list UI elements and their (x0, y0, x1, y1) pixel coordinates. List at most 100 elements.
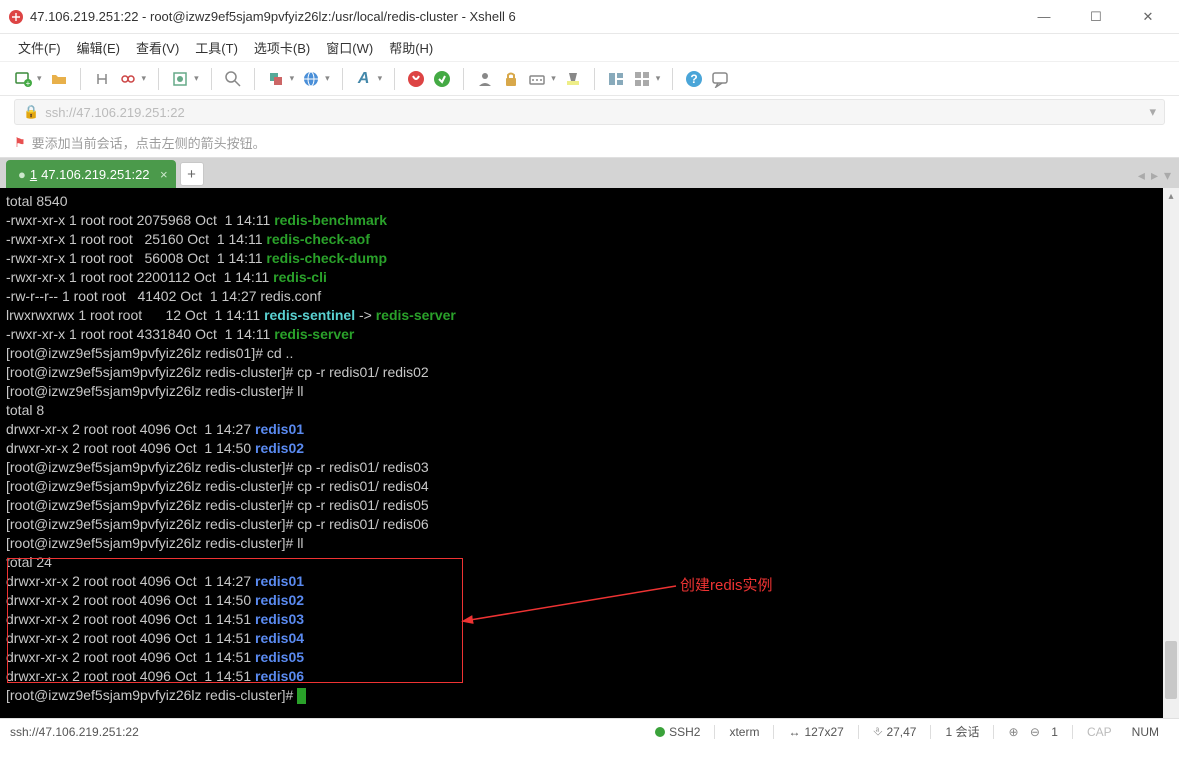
svg-text:+: + (26, 79, 31, 88)
properties-icon[interactable] (171, 70, 189, 88)
terminal-line: -rwxr-xr-x 1 root root 4331840 Oct 1 14:… (6, 325, 1173, 344)
scrollbar[interactable]: ▴ (1163, 188, 1179, 718)
close-tab-icon[interactable]: × (160, 167, 168, 182)
window-title: 47.106.219.251:22 - root@izwz9ef5sjam9pv… (30, 9, 1021, 24)
disconnect-icon[interactable] (119, 70, 137, 88)
lock-icon[interactable] (502, 70, 520, 88)
menu-tabs[interactable]: 选项卡(B) (254, 38, 310, 57)
separator (394, 68, 395, 90)
status-size: ↔127x27 (788, 725, 843, 739)
separator (993, 725, 994, 739)
terminal-line: drwxr-xr-x 2 root root 4096 Oct 1 14:27 … (6, 572, 1173, 591)
menu-file[interactable]: 文件(F) (18, 38, 61, 57)
separator (211, 68, 212, 90)
terminal-line: total 8 (6, 401, 1173, 420)
open-folder-icon[interactable] (50, 70, 68, 88)
terminal-line: drwxr-xr-x 2 root root 4096 Oct 1 14:50 … (6, 591, 1173, 610)
dropdown-icon[interactable]: ▾ (656, 73, 661, 84)
globe-icon[interactable] (302, 70, 320, 88)
terminal-line: drwxr-xr-x 2 root root 4096 Oct 1 14:50 … (6, 439, 1173, 458)
address-input[interactable]: 🔒 ssh://47.106.219.251:22 ▾ (14, 99, 1165, 125)
copy-icon[interactable] (267, 70, 285, 88)
highlight-icon[interactable] (564, 70, 582, 88)
terminal-line: -rwxr-xr-x 1 root root 25160 Oct 1 14:11… (6, 230, 1173, 249)
tab-label: 47.106.219.251:22 (41, 167, 149, 182)
flag-icon: ⚑ (14, 135, 26, 151)
status-cursor-pos: ⎀27,47 (873, 724, 917, 739)
add-tab-button[interactable]: + (180, 162, 204, 186)
dropdown-icon[interactable]: ▾ (378, 73, 383, 84)
menu-tools[interactable]: 工具(T) (195, 38, 238, 57)
terminal-line: total 8540 (6, 192, 1173, 211)
xftp-icon[interactable] (433, 70, 451, 88)
tab-number: 1 (30, 167, 37, 182)
search-icon[interactable] (224, 70, 242, 88)
chat-icon[interactable] (711, 70, 729, 88)
xagent-icon[interactable] (407, 70, 425, 88)
terminal-line: drwxr-xr-x 2 root root 4096 Oct 1 14:51 … (6, 667, 1173, 686)
separator (1072, 725, 1073, 739)
terminal-prompt: [root@izwz9ef5sjam9pvfyiz26lz redis-clus… (6, 686, 1173, 705)
separator (773, 725, 774, 739)
chevron-down-icon[interactable]: ▾ (1149, 104, 1156, 120)
terminal-line: [root@izwz9ef5sjam9pvfyiz26lz redis-clus… (6, 477, 1173, 496)
reconnect-icon[interactable] (93, 70, 111, 88)
separator (342, 68, 343, 90)
terminal-line: [root@izwz9ef5sjam9pvfyiz26lz redis01]# … (6, 344, 1173, 363)
tile-icon[interactable] (633, 70, 651, 88)
ssh-indicator-icon (655, 727, 665, 737)
terminal-line: drwxr-xr-x 2 root root 4096 Oct 1 14:27 … (6, 420, 1173, 439)
next-tab-icon[interactable]: ▸ (1151, 167, 1158, 184)
minimize-button[interactable]: — (1021, 3, 1067, 31)
scroll-up-icon[interactable]: ▴ (1163, 188, 1179, 204)
dropdown-icon[interactable]: ▾ (290, 73, 295, 84)
terminal-line: [root@izwz9ef5sjam9pvfyiz26lz redis-clus… (6, 458, 1173, 477)
terminal-line: [root@izwz9ef5sjam9pvfyiz26lz redis-clus… (6, 534, 1173, 553)
status-term-type: xterm (729, 725, 759, 739)
help-icon[interactable]: ? (685, 70, 703, 88)
address-bar: 🔒 ssh://47.106.219.251:22 ▾ (0, 96, 1179, 128)
resize-icon: ↔ (788, 725, 800, 739)
plus-icon: ⊕ (1008, 725, 1018, 739)
menu-help[interactable]: 帮助(H) (389, 38, 433, 57)
font-icon[interactable]: A (355, 70, 373, 88)
maximize-button[interactable]: ☐ (1073, 3, 1119, 31)
minus-icon: ⊖ (1030, 725, 1040, 739)
status-bar: ssh://47.106.219.251:22 SSH2 xterm ↔127x… (0, 718, 1179, 744)
keyboard-icon[interactable] (528, 70, 546, 88)
terminal[interactable]: total 8540 -rwxr-xr-x 1 root root 207596… (0, 188, 1179, 718)
menu-view[interactable]: 查看(V) (136, 38, 179, 57)
terminal-line: drwxr-xr-x 2 root root 4096 Oct 1 14:51 … (6, 610, 1173, 629)
dropdown-icon[interactable]: ▾ (325, 73, 330, 84)
dropdown-icon[interactable]: ▾ (194, 73, 199, 84)
prev-tab-icon[interactable]: ◂ (1138, 167, 1145, 184)
layout-icon[interactable] (607, 70, 625, 88)
cursor (297, 688, 306, 704)
separator (714, 725, 715, 739)
user-icon[interactable] (476, 70, 494, 88)
scroll-thumb[interactable] (1165, 641, 1177, 699)
app-icon (8, 9, 24, 25)
session-tab[interactable]: ● 1 47.106.219.251:22 × (6, 160, 176, 188)
status-num: NUM (1132, 725, 1159, 739)
dropdown-icon[interactable]: ▾ (551, 73, 556, 84)
address-text: ssh://47.106.219.251:22 (45, 105, 185, 120)
separator (254, 68, 255, 90)
hint-text: 要添加当前会话，点击左侧的箭头按钮。 (32, 133, 266, 152)
terminal-line: [root@izwz9ef5sjam9pvfyiz26lz redis-clus… (6, 363, 1173, 382)
terminal-line: drwxr-xr-x 2 root root 4096 Oct 1 14:51 … (6, 648, 1173, 667)
terminal-container: total 8540 -rwxr-xr-x 1 root root 207596… (0, 188, 1179, 718)
new-session-icon[interactable]: + (14, 70, 32, 88)
annotation-label: 创建redis实例 (680, 576, 773, 595)
tab-menu-icon[interactable]: ▾ (1164, 167, 1171, 184)
dropdown-icon[interactable]: ▾ (37, 73, 42, 84)
status-address: ssh://47.106.219.251:22 (10, 725, 645, 739)
close-button[interactable]: ✕ (1125, 3, 1171, 31)
toolbar: + ▾ ▾ ▾ ▾ ▾ A ▾ ▾ ▾ ? (0, 62, 1179, 96)
menu-edit[interactable]: 编辑(E) (77, 38, 120, 57)
separator (930, 725, 931, 739)
dropdown-icon[interactable]: ▾ (142, 73, 147, 84)
terminal-line: -rwxr-xr-x 1 root root 56008 Oct 1 14:11… (6, 249, 1173, 268)
terminal-line: [root@izwz9ef5sjam9pvfyiz26lz redis-clus… (6, 382, 1173, 401)
menu-window[interactable]: 窗口(W) (326, 38, 373, 57)
